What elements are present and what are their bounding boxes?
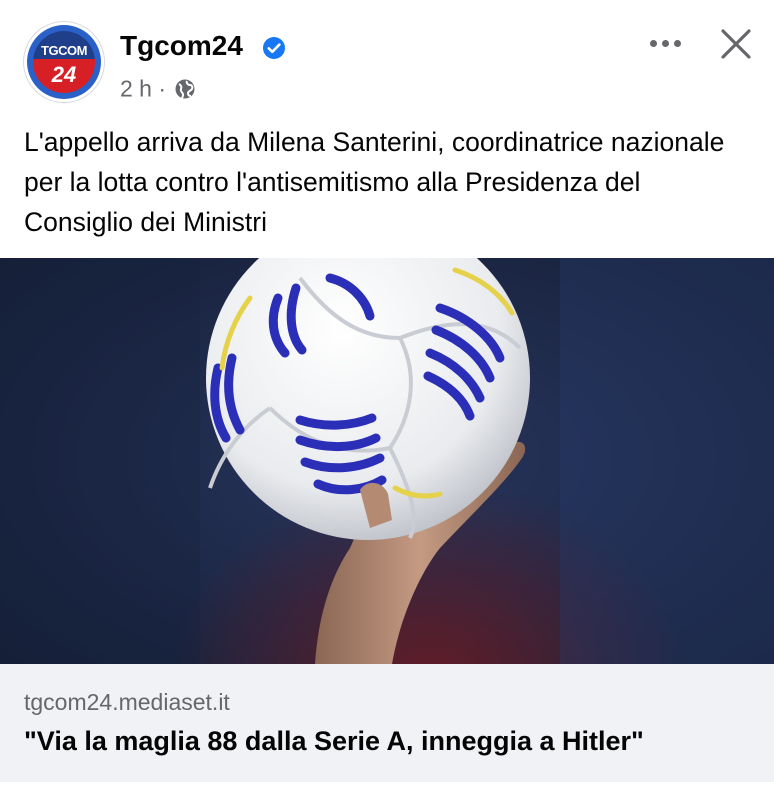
post-meta: 2 h · [120, 74, 196, 102]
link-preview-card[interactable]: tgcom24.mediaset.it "Via la maglia 88 da… [0, 664, 774, 782]
page-avatar[interactable]: TGCOM 24 [24, 22, 104, 102]
post-message: L'appello arriva da Milena Santerini, co… [24, 127, 725, 237]
link-title[interactable]: "Via la maglia 88 dalla Serie A, inneggi… [24, 726, 764, 757]
meta-separator: · [158, 75, 167, 102]
more-dot [649, 39, 657, 47]
post-timestamp[interactable]: 2 h [120, 75, 152, 101]
more-dot [673, 39, 681, 47]
post-header: TGCOM 24 Tgcom24 2 h · [0, 0, 774, 115]
post-photo[interactable] [0, 258, 774, 664]
tgcom24-logo: TGCOM 24 [33, 31, 95, 93]
globe-icon[interactable] [174, 78, 196, 100]
logo-text-top: TGCOM [41, 43, 87, 58]
link-domain: tgcom24.mediaset.it [24, 689, 230, 715]
football-photo-illustration [0, 258, 774, 664]
logo-text-bottom: 24 [51, 62, 77, 87]
close-icon[interactable] [716, 24, 756, 64]
more-options-button[interactable] [640, 26, 690, 60]
avatar-ring: TGCOM 24 [27, 25, 101, 99]
more-dot [661, 39, 669, 47]
verified-badge-icon [263, 37, 285, 59]
page-name-link[interactable]: Tgcom24 [120, 30, 243, 62]
